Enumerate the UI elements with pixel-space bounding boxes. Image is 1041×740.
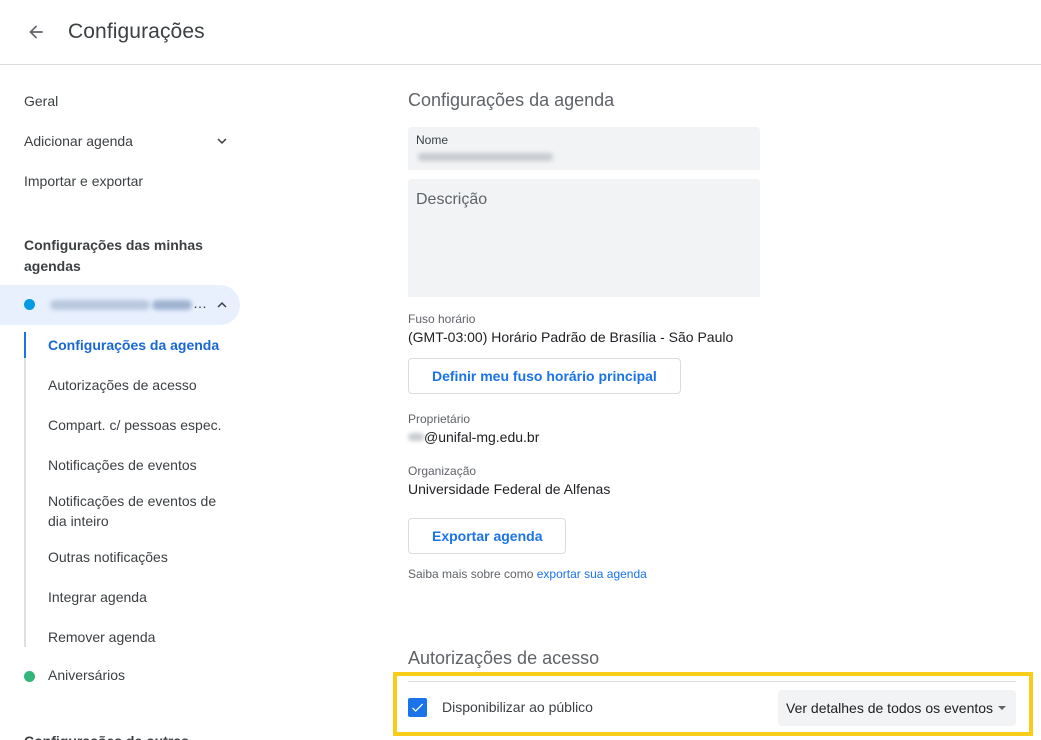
submenu-track (24, 332, 26, 647)
make-public-label[interactable]: Disponibilizar ao público (442, 699, 593, 715)
calendar-settings-title: Configurações da agenda (408, 90, 615, 110)
chevron-down-icon (217, 138, 227, 144)
name-field[interactable]: Nome (408, 127, 760, 170)
top-bar: Configurações (0, 0, 1041, 65)
name-field-value-redacted (418, 153, 553, 161)
timezone-label: Fuso horário (408, 312, 476, 326)
organization-value: Universidade Federal de Alfenas (408, 481, 611, 497)
calendar-name-redacted-tail (152, 300, 192, 310)
owner-value: @unifal-mg.edu.br (424, 429, 540, 445)
birthdays-label: Aniversários (48, 667, 126, 683)
sidebar-subitem-remove[interactable]: Remover agenda (48, 627, 238, 647)
sidebar-subitem-event-notifications[interactable]: Notificações de eventos (48, 455, 238, 475)
description-field[interactable]: Descrição (408, 179, 760, 297)
description-placeholder: Descrição (416, 191, 488, 208)
set-primary-timezone-button[interactable]: Definir meu fuso horário principal (408, 358, 681, 394)
calendar-color-dot (24, 299, 35, 310)
public-visibility-select[interactable]: Ver detalhes de todos os eventos (778, 690, 1016, 726)
public-visibility-value: Ver detalhes de todos os eventos (786, 700, 994, 716)
arrow-back-icon (29, 25, 43, 39)
my-calendars-heading: Configurações das minhas agendas (24, 237, 203, 274)
sidebar-item-add-calendar[interactable]: Adicionar agenda (24, 133, 133, 149)
birthdays-color-dot (24, 671, 35, 682)
dropdown-arrow-icon (998, 706, 1006, 710)
sidebar-item-general[interactable]: Geral (24, 93, 58, 109)
other-calendars-heading: Configurações de outras (24, 731, 224, 740)
sidebar-subitem-access-permissions[interactable]: Autorizações de acesso (48, 375, 238, 395)
checkmark-icon (412, 703, 424, 712)
back-button[interactable] (20, 16, 52, 48)
name-field-label: Nome (416, 133, 449, 147)
submenu-active-indicator (24, 332, 26, 358)
export-hint-link[interactable]: exportar sua agenda (537, 567, 647, 581)
export-hint-text: Saiba mais sobre como (408, 567, 537, 581)
page-title: Configurações (68, 20, 205, 43)
calendar-name-ellipsis: … (193, 295, 207, 311)
sidebar-item-import-export[interactable]: Importar e exportar (24, 173, 143, 189)
make-public-checkbox[interactable] (408, 698, 427, 717)
chevron-up-icon (217, 302, 227, 308)
organization-label: Organização (408, 464, 477, 478)
export-calendar-button[interactable]: Exportar agenda (408, 518, 567, 554)
access-permissions-title: Autorizações de acesso (408, 648, 600, 668)
export-hint: Saiba mais sobre como exportar sua agend… (408, 567, 647, 581)
sidebar-subitem-other-notifications[interactable]: Outras notificações (48, 547, 238, 567)
calendar-name-redacted (50, 300, 150, 310)
sidebar-subitem-allday-notifications[interactable]: Notificações de eventos de dia inteiro (48, 491, 228, 531)
timezone-value: (GMT-03:00) Horário Padrão de Brasília -… (408, 329, 734, 345)
sidebar-subitem-integrate[interactable]: Integrar agenda (48, 587, 238, 607)
sidebar-item-my-calendar[interactable]: … (0, 285, 240, 325)
sidebar-subitem-calendar-settings[interactable]: Configurações da agenda (48, 335, 238, 355)
calendar-collapse-button[interactable] (212, 295, 232, 315)
owner-redacted (408, 433, 424, 441)
sidebar-subitem-share-specific[interactable]: Compart. c/ pessoas espec. (48, 415, 238, 435)
add-calendar-expand-button[interactable] (212, 131, 232, 151)
owner-label: Proprietário (408, 412, 471, 426)
